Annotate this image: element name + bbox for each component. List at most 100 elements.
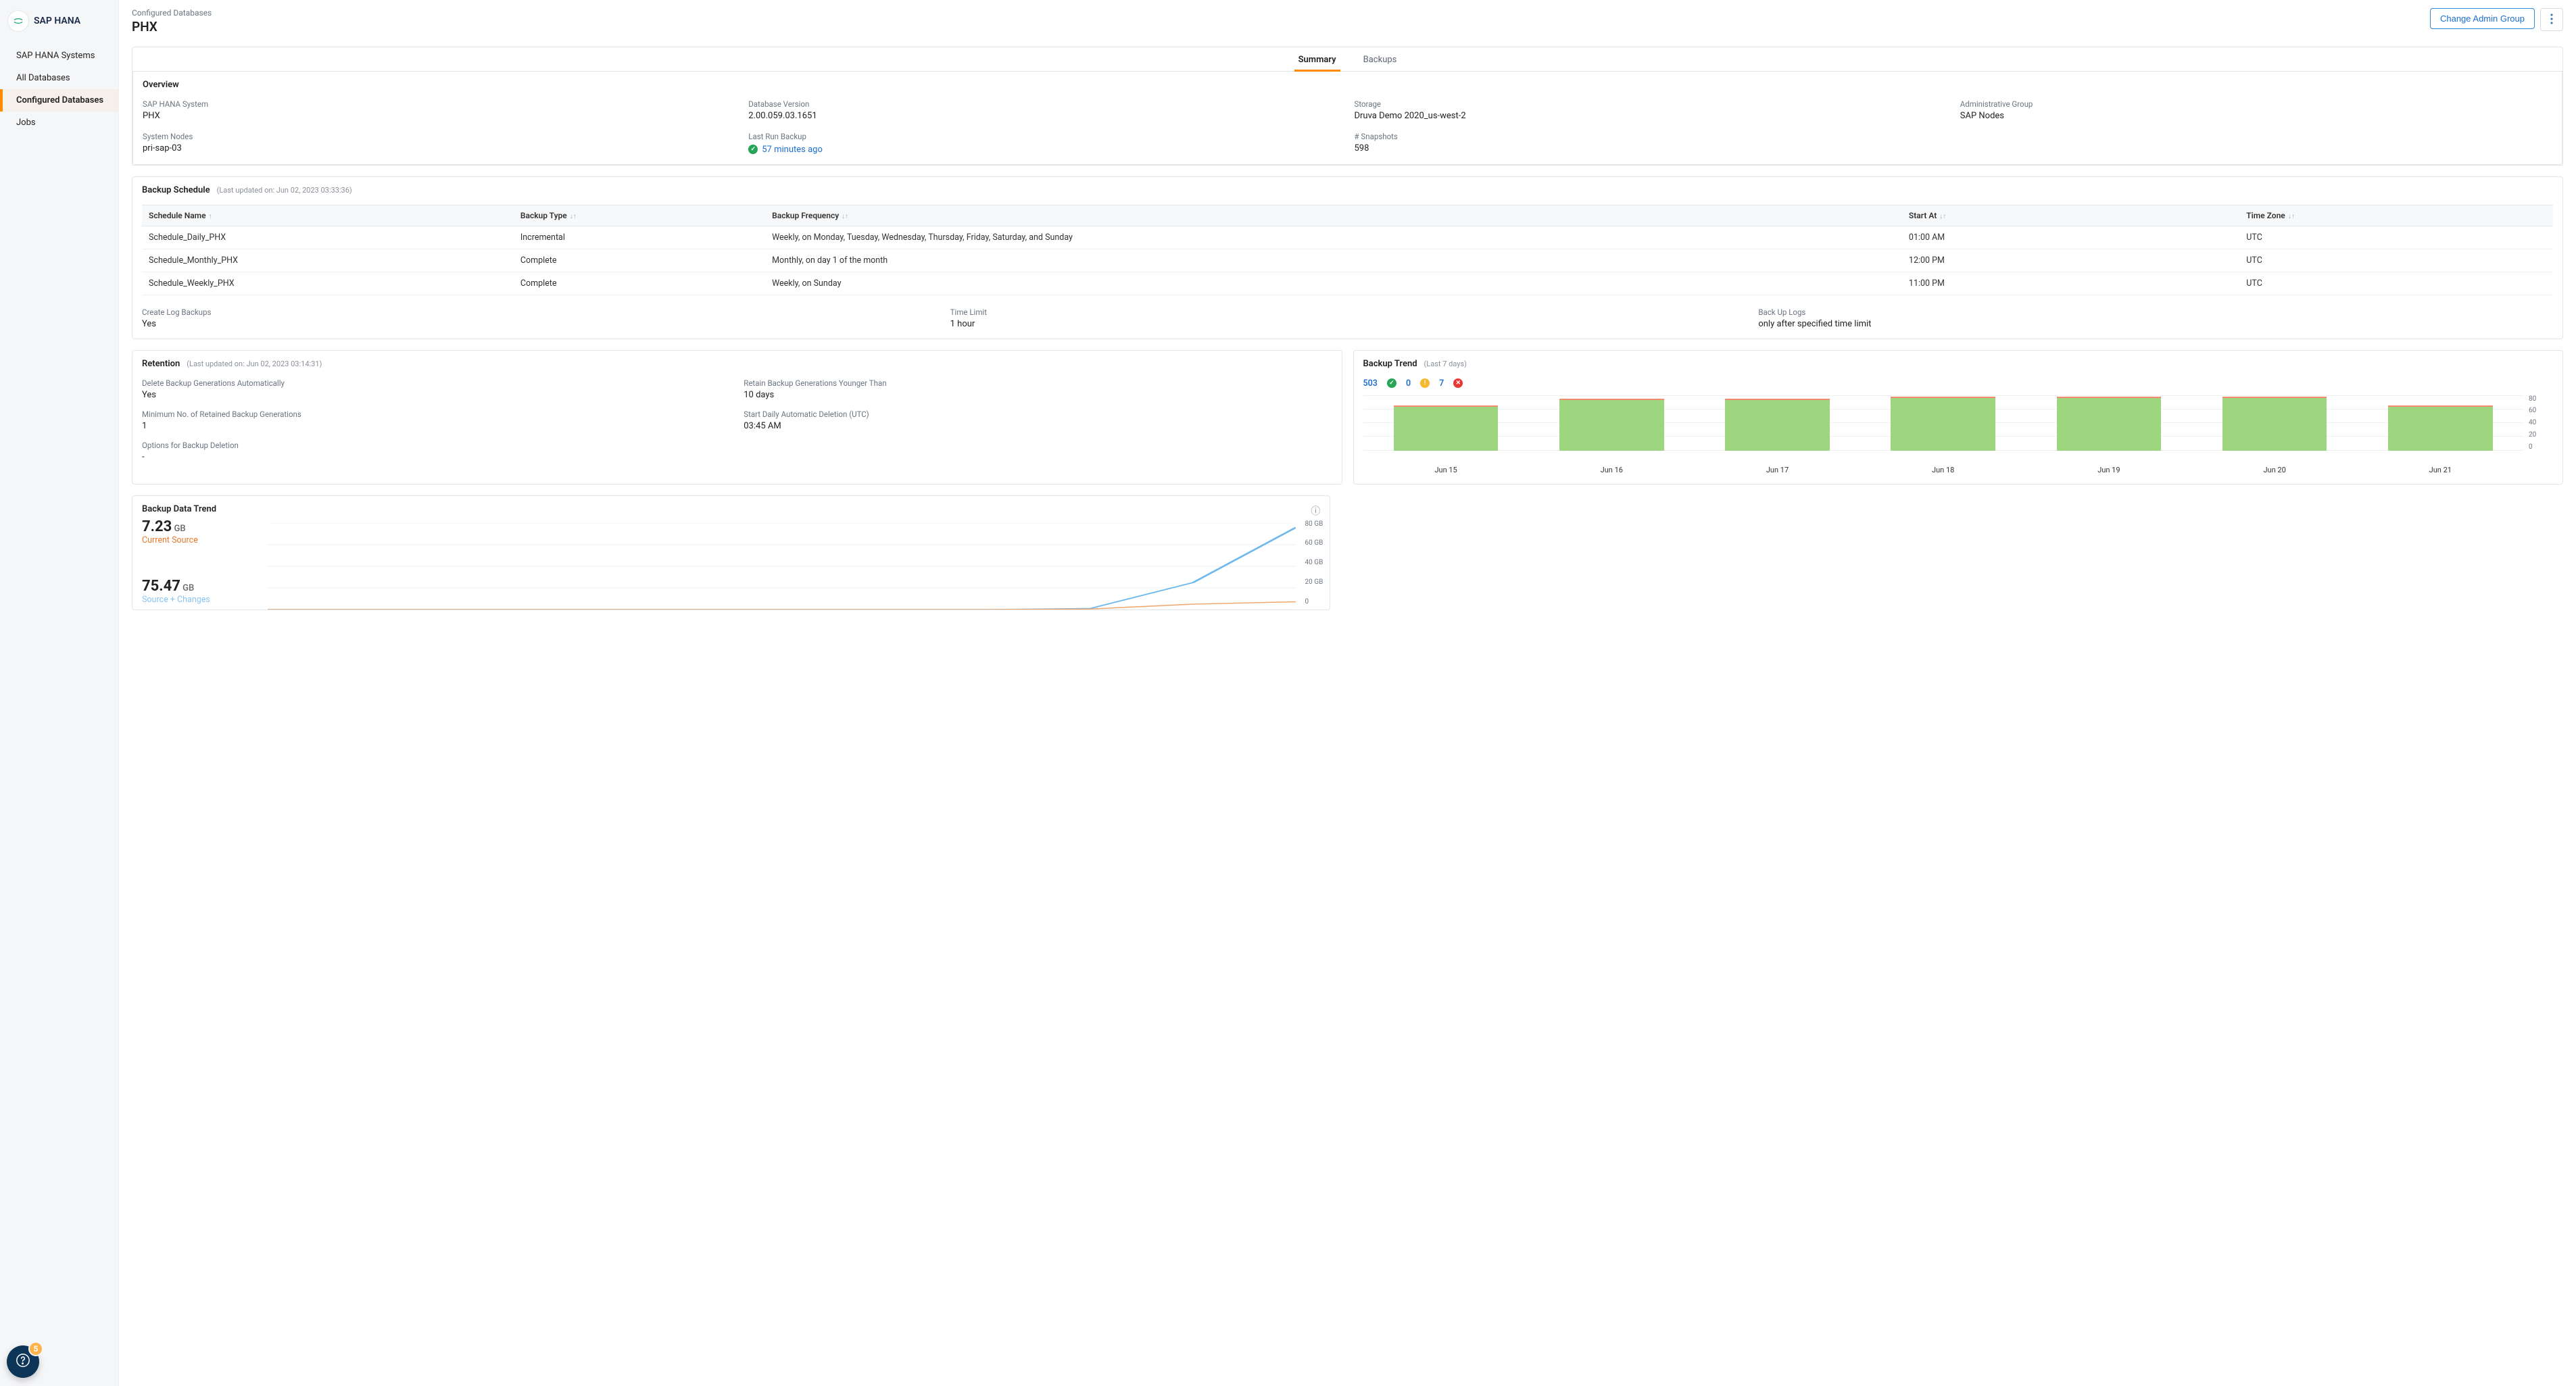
ov-link-admingrp[interactable]: SAP Nodes <box>1960 111 2552 121</box>
ret-val-4: - <box>142 452 730 462</box>
table-row[interactable]: Schedule_Daily_PHXIncrementalWeekly, on … <box>142 226 2553 249</box>
trend-title: Backup Trend <box>1363 359 1417 369</box>
trend-ok-count[interactable]: 503 <box>1363 378 1378 389</box>
x-tick: Jun 17 <box>1766 466 1789 474</box>
ov-val-dbver: 2.00.059.03.1651 <box>748 111 1340 121</box>
tabs: Summary Backups <box>132 47 2562 72</box>
schedule-updated: (Last updated on: Jun 02, 2023 03:33:36) <box>217 186 352 195</box>
y-tick: 80 GB <box>1305 520 1323 528</box>
bar[interactable] <box>2388 405 2492 451</box>
tab-summary[interactable]: Summary <box>1294 47 1340 72</box>
ret-lbl-3: Start Daily Automatic Deletion (UTC) <box>744 410 1332 419</box>
table-cell: 12:00 PM <box>1902 249 2239 272</box>
bar[interactable] <box>1891 397 1995 451</box>
app-logo <box>8 11 28 31</box>
bar[interactable] <box>2222 397 2327 451</box>
source-changes-unit: GB <box>183 583 194 593</box>
ov-lbl-admingrp: Administrative Group <box>1960 99 2552 109</box>
retention-panel: Retention (Last updated on: Jun 02, 2023… <box>132 350 1342 485</box>
ret-val-2: 1 <box>142 421 730 431</box>
overview-title: Overview <box>143 80 2552 90</box>
ov-lbl-snaps: # Snapshots <box>1355 132 1947 141</box>
x-tick: Jun 19 <box>2097 466 2120 474</box>
col-timezone[interactable]: Time Zone↓↑ <box>2239 205 2553 226</box>
x-tick: Jun 20 <box>2263 466 2285 474</box>
tab-backups[interactable]: Backups <box>1359 47 1401 71</box>
ov-val-snaps: 598 <box>1355 143 1947 153</box>
ov-link-lastrun[interactable]: 57 minutes ago <box>762 145 823 155</box>
sched-f-val-0: Yes <box>142 319 937 329</box>
status-err-icon: ✕ <box>1453 378 1463 388</box>
more-actions-button[interactable] <box>2540 8 2563 31</box>
ov-val-storage: Druva Demo 2020_us-west-2 <box>1355 111 1947 121</box>
ret-lbl-4: Options for Backup Deletion <box>142 441 730 450</box>
table-cell: 11:00 PM <box>1902 272 2239 295</box>
table-cell: UTC <box>2239 272 2553 295</box>
data-trend-panel: Backup Data Trend ⓘ 7.23 GB Current Sour… <box>132 495 1330 610</box>
sort-icon: ↓↑ <box>842 213 848 220</box>
help-button[interactable]: 5 <box>7 1345 39 1378</box>
ret-lbl-0: Delete Backup Generations Automatically <box>142 378 730 388</box>
y-tick: 40 GB <box>1305 559 1323 566</box>
ret-lbl-1: Retain Backup Generations Younger Than <box>744 378 1332 388</box>
ov-lbl-dbver: Database Version <box>748 99 1340 109</box>
status-ok-icon: ✓ <box>1387 378 1396 388</box>
breadcrumb[interactable]: Configured Databases <box>132 8 212 18</box>
ov-lbl-storage: Storage <box>1355 99 1947 109</box>
kebab-icon <box>2550 14 2553 26</box>
trend-chart: 503 ✓ 0 ! 7 ✕ 806040200 Jun 15Jun 16Jun … <box>1363 378 2554 474</box>
trend-err-count[interactable]: 7 <box>1439 378 1444 389</box>
table-cell: Schedule_Monthly_PHX <box>142 249 514 272</box>
page-title: PHX <box>132 19 212 34</box>
bar[interactable] <box>1559 399 1663 451</box>
source-changes-value: 75.47 <box>142 578 180 595</box>
ov-val-system: PHX <box>143 111 735 121</box>
sort-icon: ↓↑ <box>570 213 577 220</box>
check-icon: ✓ <box>748 145 758 154</box>
ov-lbl-system: SAP HANA System <box>143 99 735 109</box>
schedule-table: Schedule Name↑ Backup Type↓↑ Backup Freq… <box>142 205 2553 295</box>
bar[interactable] <box>1725 399 1829 451</box>
col-start-at[interactable]: Start At↓↑ <box>1902 205 2239 226</box>
table-cell: Schedule_Weekly_PHX <box>142 272 514 295</box>
sidebar-item-configured-databases[interactable]: Configured Databases <box>0 89 118 112</box>
data-trend-title: Backup Data Trend <box>142 504 216 514</box>
sort-icon: ↓↑ <box>1939 213 1946 220</box>
table-cell: Weekly, on Sunday <box>765 272 1902 295</box>
col-frequency[interactable]: Backup Frequency↓↑ <box>765 205 1902 226</box>
table-cell: UTC <box>2239 226 2553 249</box>
table-row[interactable]: Schedule_Weekly_PHXCompleteWeekly, on Su… <box>142 272 2553 295</box>
x-tick: Jun 16 <box>1601 466 1623 474</box>
table-cell: Complete <box>514 249 765 272</box>
ret-val-0: Yes <box>142 390 730 400</box>
app-title: SAP HANA <box>34 16 80 26</box>
retention-title: Retention <box>142 359 180 369</box>
info-icon[interactable]: ⓘ <box>1311 504 1320 518</box>
retention-updated: (Last updated on: Jun 02, 2023 03:14:31) <box>187 360 322 368</box>
sched-f-val-2: only after specified time limit <box>1758 319 2553 329</box>
change-admin-group-button[interactable]: Change Admin Group <box>2430 8 2535 29</box>
question-icon <box>16 1353 30 1371</box>
overview-panel: Overview SAP HANA System PHX Database Ver… <box>132 72 2562 165</box>
sidebar-item-systems[interactable]: SAP HANA Systems <box>0 45 118 67</box>
notification-badge: 5 <box>28 1341 43 1356</box>
ov-lbl-nodes: System Nodes <box>143 132 735 141</box>
table-row[interactable]: Schedule_Monthly_PHXCompleteMonthly, on … <box>142 249 2553 272</box>
ov-val-nodes: pri-sap-03 <box>143 143 735 153</box>
sched-f-val-1: 1 hour <box>950 319 1745 329</box>
sched-f-lbl-2: Back Up Logs <box>1758 307 2553 317</box>
trend-panel: Backup Trend (Last 7 days) 503 ✓ 0 ! 7 ✕… <box>1353 350 2564 485</box>
ret-lbl-2: Minimum No. of Retained Backup Generatio… <box>142 410 730 419</box>
trend-warn-count[interactable]: 0 <box>1406 378 1411 389</box>
sidebar-item-jobs[interactable]: Jobs <box>0 112 118 134</box>
table-cell: 01:00 AM <box>1902 226 2239 249</box>
col-schedule-name[interactable]: Schedule Name↑ <box>142 205 514 226</box>
sidebar-header: SAP HANA <box>0 3 118 45</box>
bar[interactable] <box>1394 405 1498 451</box>
ret-val-3: 03:45 AM <box>744 421 1332 431</box>
col-backup-type[interactable]: Backup Type↓↑ <box>514 205 765 226</box>
bar[interactable] <box>2057 397 2161 451</box>
ret-val-1: 10 days <box>744 390 1332 400</box>
y-tick: 0 <box>1305 598 1323 605</box>
sidebar-item-all-databases[interactable]: All Databases <box>0 67 118 89</box>
